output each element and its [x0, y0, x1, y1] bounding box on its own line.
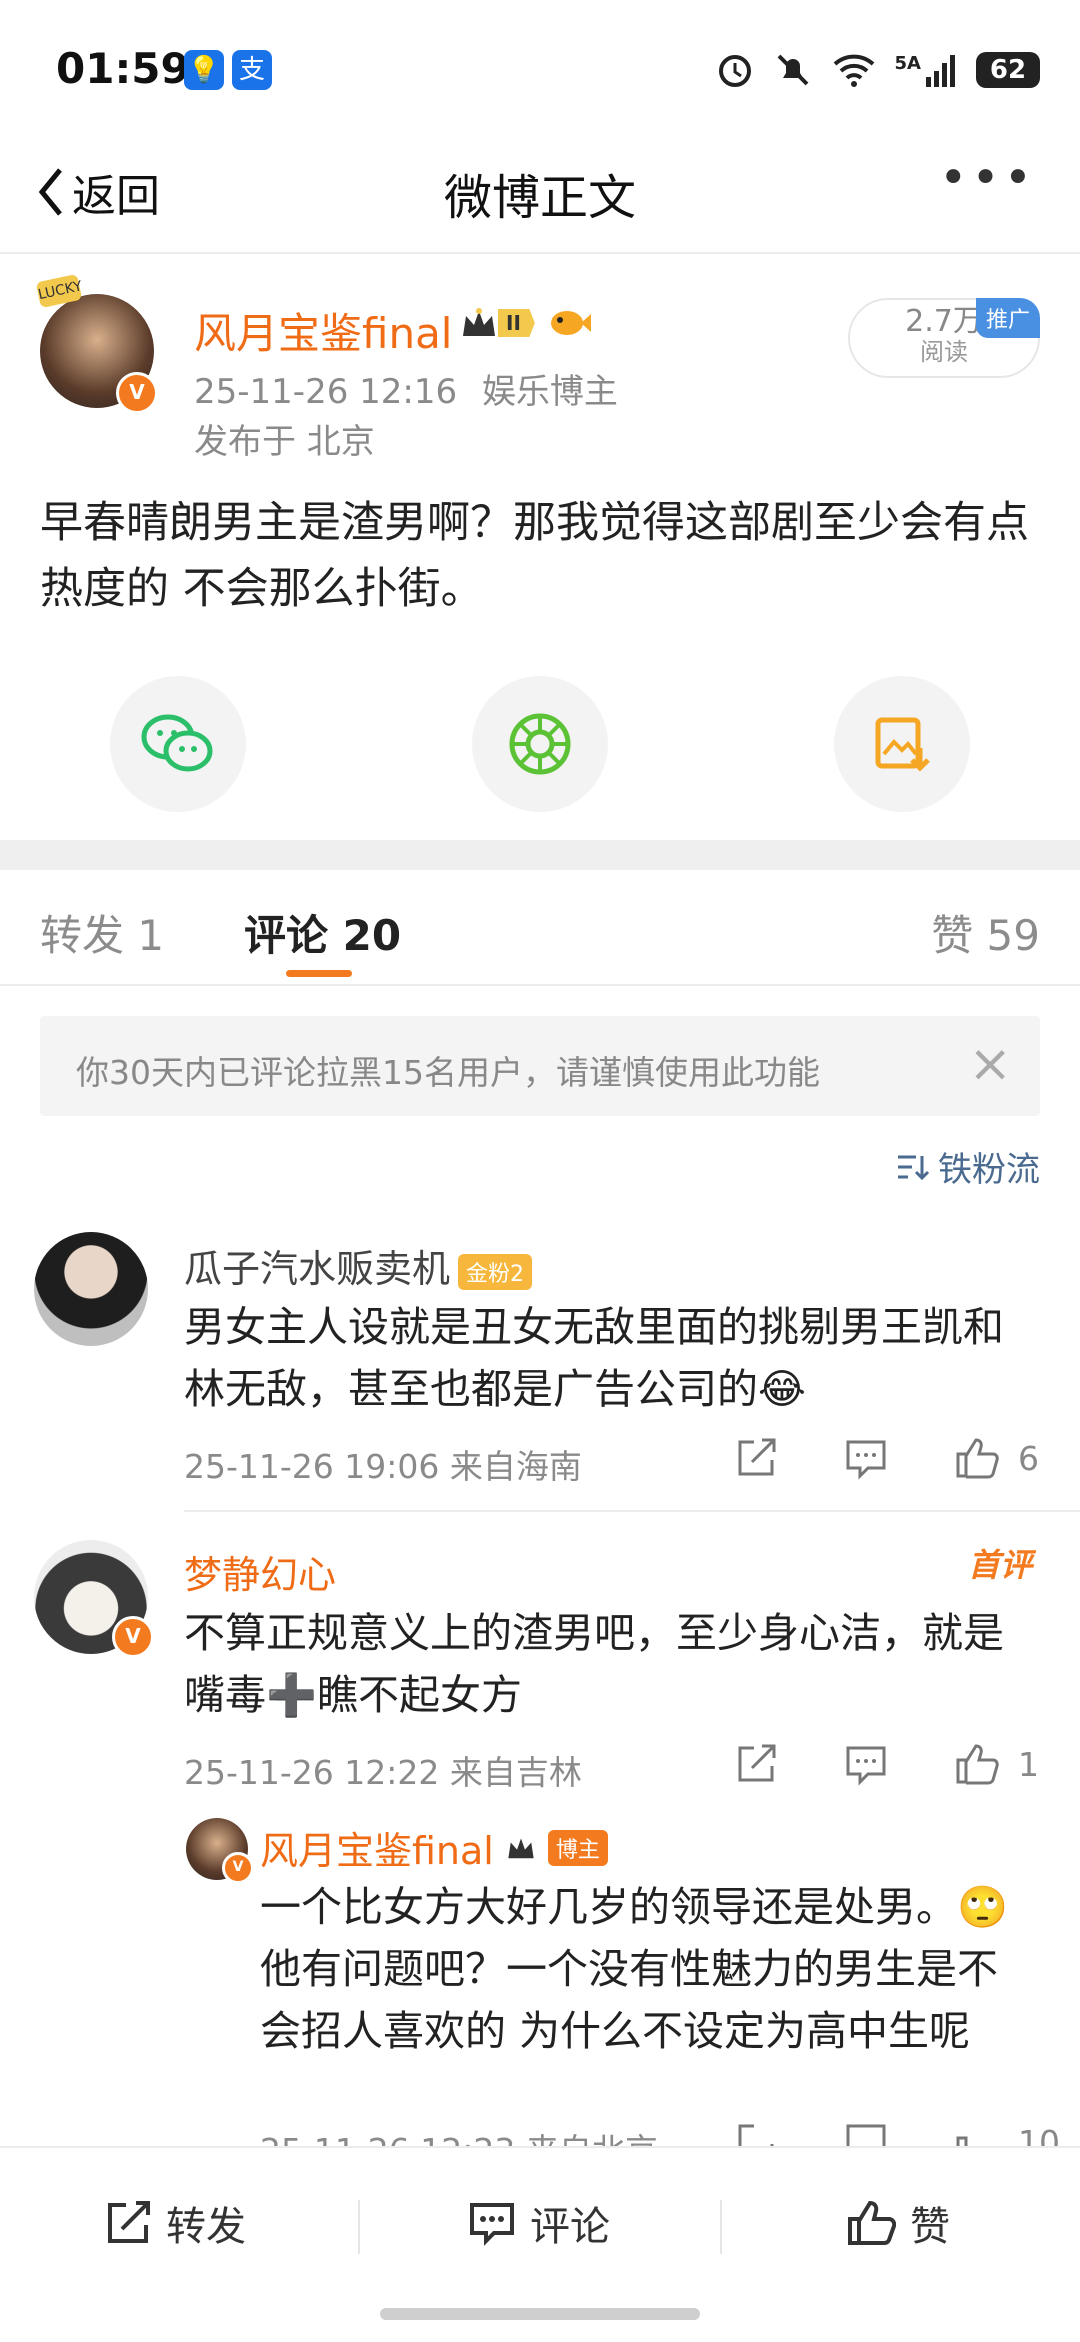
- alipay-icon: 支: [232, 50, 272, 90]
- like-icon[interactable]: [954, 1742, 1000, 1786]
- comment-actions: 1: [734, 1742, 1039, 1786]
- repost-icon: [104, 2199, 152, 2247]
- reply-text: 一个比女方大好几岁的领导还是处男。🙄他有问题吧？一个没有性魅力的男生是不会招人喜…: [260, 1883, 1009, 2055]
- comment-author[interactable]: 瓜子汽水贩卖机 金粉2: [184, 1238, 533, 1293]
- like-count: 6: [1018, 1438, 1039, 1478]
- reply-icon[interactable]: [844, 1742, 888, 1786]
- alarm-icon: [715, 50, 755, 90]
- notice-text: 你30天内已评论拉黑15名用户，请谨慎使用此功能: [76, 1053, 820, 1092]
- battery-indicator: 62: [976, 52, 1040, 88]
- notification-app-icon: 💡: [184, 50, 224, 90]
- network-type: 5A: [894, 53, 921, 74]
- rank-crown-icon: II: [460, 306, 535, 340]
- commenter-avatar[interactable]: [34, 1232, 148, 1346]
- tab-comment[interactable]: 评论 20: [244, 902, 401, 963]
- status-indicators: 5A 62: [715, 48, 1040, 92]
- home-indicator[interactable]: [380, 2308, 700, 2320]
- like-label: 赞: [910, 2204, 950, 2250]
- verified-icon: V: [222, 1852, 254, 1884]
- moments-icon: [505, 709, 575, 779]
- share-icon[interactable]: [734, 1436, 778, 1480]
- repost-label: 转发: [166, 2204, 246, 2250]
- active-tab-indicator: [286, 970, 352, 977]
- thumbs-up-icon: [846, 2199, 896, 2247]
- comment-text: 男女主人设就是丑女无敌里面的挑剔男王凯和林无敌，甚至也都是广告公司的😂: [184, 1303, 1004, 1413]
- tab-repost[interactable]: 转发 1: [40, 902, 164, 963]
- verified-icon: V: [112, 1616, 154, 1658]
- first-comment-badge: 首评: [967, 1546, 1032, 1584]
- more-options-button[interactable]: •••: [939, 150, 1036, 206]
- sort-label: 铁粉流: [938, 1150, 1040, 1190]
- post-location: 发布于 北京: [194, 422, 375, 462]
- tab-like[interactable]: 赞 59: [931, 902, 1040, 963]
- comment-label: 评论: [530, 2204, 610, 2250]
- close-icon[interactable]: ×: [968, 1034, 1012, 1094]
- post-timestamp: 25-11-26 12:16: [194, 372, 458, 412]
- sort-icon: [896, 1152, 930, 1182]
- comment-author-name: 瓜子汽水贩卖机: [184, 1247, 451, 1291]
- like-icon[interactable]: [954, 1436, 1000, 1480]
- nav-divider: [0, 252, 1080, 254]
- like-count: 1: [1018, 1744, 1039, 1784]
- author-category: 娱乐博主: [481, 372, 618, 412]
- comment-button[interactable]: 评论: [468, 2194, 610, 2252]
- comment-text: 不算正规意义上的渣男吧，至少身心洁，就是嘴毒➕瞧不起女方: [184, 1609, 1004, 1719]
- host-badge: 博主: [547, 1829, 608, 1866]
- mute-icon: [773, 50, 813, 90]
- reply-author-name: 风月宝鉴final: [260, 1829, 494, 1873]
- tabs-divider: [0, 984, 1080, 986]
- share-wechat-button[interactable]: [110, 676, 246, 812]
- page-title: 微博正文: [443, 170, 636, 226]
- sort-button[interactable]: 铁粉流: [896, 1142, 1040, 1191]
- author-badges: II: [460, 306, 591, 340]
- comment-actions: 6: [734, 1436, 1039, 1480]
- signal-icon: 5A: [895, 53, 958, 87]
- wechat-icon: [140, 711, 216, 777]
- bar-separator: [358, 2200, 360, 2254]
- author-name[interactable]: 风月宝鉴final: [194, 300, 452, 361]
- comment-icon: [468, 2199, 516, 2247]
- comment-meta: 25-11-26 19:06 来自海南: [184, 1447, 582, 1486]
- crown-icon: [506, 1834, 536, 1862]
- block-notice: 你30天内已评论拉黑15名用户，请谨慎使用此功能 ×: [40, 1016, 1040, 1116]
- promo-badge[interactable]: 推广: [975, 298, 1040, 338]
- fish-icon: [545, 306, 591, 340]
- post-content: 早春晴朗男主是渣男啊？那我觉得这部剧至少会有点热度的 不会那么扑街。: [40, 498, 1029, 614]
- reply-author[interactable]: 风月宝鉴final 博主: [260, 1820, 608, 1875]
- repost-button[interactable]: 转发: [104, 2194, 246, 2252]
- comment-divider: [184, 1510, 1080, 1512]
- comment-author-name[interactable]: 梦静幻心: [184, 1544, 336, 1599]
- share-moments-button[interactable]: [472, 676, 608, 812]
- save-image-icon: [872, 714, 932, 774]
- read-label: 阅读: [920, 338, 968, 366]
- wifi-icon: [831, 50, 877, 90]
- status-time: 01:59: [56, 44, 190, 93]
- section-separator: [0, 840, 1080, 870]
- share-icon[interactable]: [734, 1742, 778, 1786]
- reply-icon[interactable]: [844, 1436, 888, 1480]
- save-image-button[interactable]: [834, 676, 970, 812]
- comment-meta: 25-11-26 12:22 来自吉林: [184, 1753, 582, 1792]
- verified-icon: V: [116, 372, 158, 414]
- bar-separator: [720, 2200, 722, 2254]
- like-button[interactable]: 赞: [846, 2194, 950, 2252]
- fan-badge: 金粉2: [458, 1253, 533, 1290]
- post-meta: 25-11-26 12:16 娱乐博主: [194, 364, 618, 413]
- rank-level: II: [498, 309, 535, 337]
